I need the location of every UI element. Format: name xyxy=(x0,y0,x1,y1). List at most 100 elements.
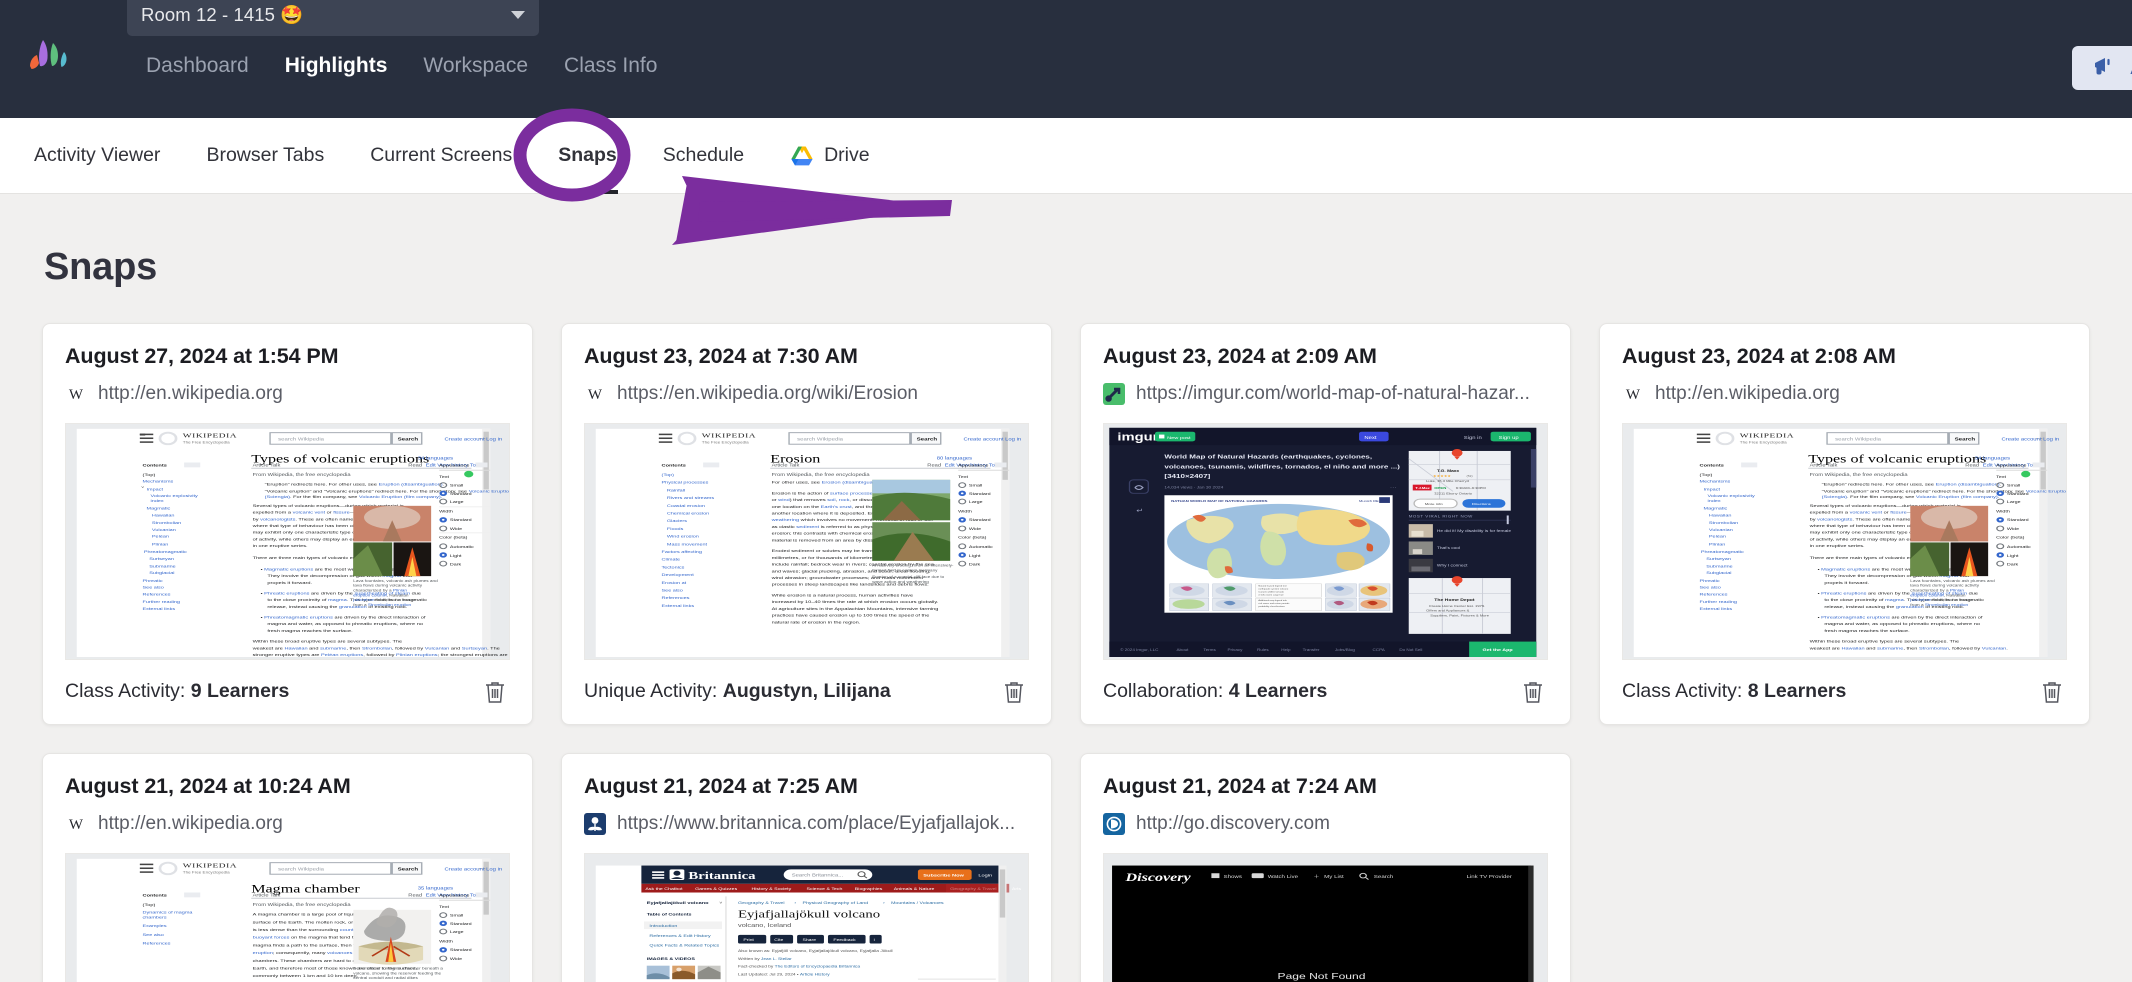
svg-text:Color (beta): Color (beta) xyxy=(958,535,987,539)
svg-text:el niño storm surge hail: el niño storm surge hail xyxy=(1258,594,1283,596)
subnav-item-activity-viewer[interactable]: Activity Viewer xyxy=(28,118,183,194)
svg-text:Privacy: Privacy xyxy=(1228,648,1243,652)
subnav-item-browser-tabs[interactable]: Browser Tabs xyxy=(183,118,347,194)
snap-thumbnail[interactable]: WIKIPEDIA The Free Encyclopedia search W… xyxy=(65,853,510,982)
trash-icon[interactable] xyxy=(2037,677,2067,707)
svg-text:External links: External links xyxy=(1700,607,1733,612)
svg-text:34 languages: 34 languages xyxy=(1975,456,2011,461)
snap-thumbnail[interactable]: imgur New post Next Sign in Sign up Worl… xyxy=(1103,423,1548,660)
snap-thumbnail[interactable]: Discovery Shows Watch Live ＋ My List Sea… xyxy=(1103,853,1548,982)
svg-text:T.J.Max: T.J.Max xyxy=(1415,487,1429,490)
snap-card-header: August 21, 2024 at 7:25 AM https://www.b… xyxy=(562,754,1051,835)
svg-text:WIKIPEDIA: WIKIPEDIA xyxy=(1740,432,1794,439)
svg-text:Strombolian: Strombolian xyxy=(152,521,182,526)
svg-text:(53): (53) xyxy=(1466,474,1472,477)
securly-logo-icon[interactable] xyxy=(24,36,72,78)
svg-text:Volcanic explosivity: Volcanic explosivity xyxy=(151,494,199,499)
subnav-label: Activity Viewer xyxy=(34,144,161,166)
svg-text:34 languages: 34 languages xyxy=(418,456,454,461)
svg-text:Color (beta): Color (beta) xyxy=(1996,535,2025,539)
britannica-icon xyxy=(584,813,606,835)
snap-thumbnail[interactable]: Britannica Search Britannica... Subscrib… xyxy=(584,853,1029,982)
svg-text:i: i xyxy=(874,938,875,942)
svg-text:See also: See also xyxy=(1700,585,1722,590)
svg-text:central conduit and radial dik: central conduit and radial dikes xyxy=(353,976,418,980)
svg-text:Hawaiian: Hawaiian xyxy=(1709,513,1732,518)
svg-text:volcano, Iceland: volcano, Iceland xyxy=(738,923,792,929)
snap-timestamp: August 23, 2024 at 2:09 AM xyxy=(1103,344,1377,368)
nav-item-dashboard[interactable]: Dashboard xyxy=(128,48,267,84)
snap-thumbnail[interactable]: WIKIPEDIA The Free Encyclopedia search W… xyxy=(65,423,510,660)
svg-text:pahoehoe flows, and a fissure: pahoehoe flows, and a fissure xyxy=(1910,598,1973,602)
snap-thumbnail[interactable]: WIKIPEDIA The Free Encyclopedia search W… xyxy=(1622,423,2067,660)
nav-item-highlights[interactable]: Highlights xyxy=(267,48,406,84)
svg-text:Peléan: Peléan xyxy=(1709,534,1726,539)
svg-text:pahoehoe flows, and a fissure: pahoehoe flows, and a fissure xyxy=(353,598,416,602)
svg-text:Lava fountains, volcanic ash p: Lava fountains, volcanic ash plumes and xyxy=(353,579,437,583)
svg-text:Share: Share xyxy=(802,938,816,942)
snap-timestamp: August 23, 2024 at 2:08 AM xyxy=(1622,344,1896,368)
subnav-item-snaps[interactable]: Snaps xyxy=(535,118,640,194)
svg-text:(Top): (Top) xyxy=(143,473,156,478)
svg-text:propels it forward.: propels it forward. xyxy=(1824,581,1869,586)
svg-text:[3410×2407]: [3410×2407] xyxy=(1164,474,1210,480)
svg-text:OPEN: OPEN xyxy=(1434,487,1446,490)
snap-url-row: W http://en.wikipedia.org xyxy=(1622,383,2067,405)
svg-text:Appearance: Appearance xyxy=(439,893,470,898)
svg-text:References: References xyxy=(662,596,691,601)
subnav-item-drive[interactable]: Drive xyxy=(767,118,893,194)
svg-text:Magmatic: Magmatic xyxy=(147,506,171,511)
trash-icon[interactable] xyxy=(480,677,510,707)
svg-text:Standard: Standard xyxy=(969,518,991,522)
svg-text:Mechanisms: Mechanisms xyxy=(1700,479,1731,484)
svg-text:Erosion at: Erosion at xyxy=(662,581,687,586)
svg-text:Floods: Floods xyxy=(667,527,684,532)
snap-url: http://go.discovery.com xyxy=(1136,813,1330,834)
svg-text:propels it forward.: propels it forward. xyxy=(267,581,312,586)
snap-card[interactable]: August 23, 2024 at 7:30 AM W https://en.… xyxy=(561,323,1052,725)
subnav-item-schedule[interactable]: Schedule xyxy=(640,118,767,194)
announcement-button[interactable]: An xyxy=(2072,46,2132,90)
svg-text:Written by Jean L. Stellar: Written by Jean L. Stellar xyxy=(738,957,792,961)
subnav-item-current-screens[interactable]: Current Screens xyxy=(347,118,535,194)
snap-card[interactable]: August 23, 2024 at 2:09 AM https://imgur… xyxy=(1080,323,1571,725)
megaphone-icon xyxy=(2092,55,2118,82)
snap-card[interactable]: August 21, 2024 at 7:25 AM https://www.b… xyxy=(561,753,1052,982)
room-selector-label: Room 12 - 1415 🤩 xyxy=(141,4,304,25)
svg-text:Small: Small xyxy=(450,483,463,487)
secondary-nav: Activity Viewer Browser Tabs Current Scr… xyxy=(0,118,2132,194)
svg-text:Contents: Contents xyxy=(143,893,168,898)
svg-text:Create account Log in: Create account Log in xyxy=(964,437,1022,442)
snap-card-header: August 21, 2024 at 7:24 AM http://go.dis… xyxy=(1081,754,1570,835)
snap-activity-prefix: Collaboration: xyxy=(1103,680,1224,703)
snap-card[interactable]: August 21, 2024 at 7:24 AM http://go.dis… xyxy=(1080,753,1571,982)
svg-text:···: ··· xyxy=(478,866,486,872)
svg-text:References: References xyxy=(143,941,172,946)
svg-text:Volcanic explosivity: Volcanic explosivity xyxy=(1708,494,1756,499)
svg-text:Wide: Wide xyxy=(450,527,463,531)
room-selector-dropdown[interactable]: Room 12 - 1415 🤩 xyxy=(127,0,539,36)
svg-text:Search: Search xyxy=(917,437,938,442)
svg-text:• Phreatomagmatic eruptions ar: • Phreatomagmatic eruptions are driven b… xyxy=(1818,615,1983,620)
snap-card[interactable]: August 21, 2024 at 10:24 AM W http://en.… xyxy=(42,753,533,982)
snap-card-header: August 27, 2024 at 1:54 PM W http://en.w… xyxy=(43,324,532,405)
svg-text:Transfer: Transfer xyxy=(1303,648,1321,652)
trash-icon[interactable] xyxy=(999,677,1029,707)
svg-text:Article Talk: Article Talk xyxy=(253,463,281,468)
trash-icon[interactable] xyxy=(1518,677,1548,707)
page-title: Snaps xyxy=(44,246,158,288)
snap-card[interactable]: August 23, 2024 at 2:08 AM W http://en.w… xyxy=(1599,323,2090,725)
svg-text:Erosion of a coastal cliff fac: Erosion of a coastal cliff face due to xyxy=(872,575,945,579)
nav-item-class-info[interactable]: Class Info xyxy=(546,48,675,84)
svg-text:natural rate of erosion in the: natural rate of erosion in the region. xyxy=(772,620,861,625)
snap-thumbnail[interactable]: WIKIPEDIA The Free Encyclopedia search W… xyxy=(584,423,1029,660)
snap-activity-value: Augustyn, Lilijana xyxy=(722,680,891,703)
svg-text:stronger eruptive types are Pe: stronger eruptive types are Peléan erupt… xyxy=(253,653,508,658)
svg-text:(Sciengia). For the film compa: (Sciengia). For the film company, see Vo… xyxy=(1822,495,2000,500)
svg-text:Munich RE: Munich RE xyxy=(1359,500,1379,503)
svg-text:Wide: Wide xyxy=(2007,527,2020,531)
snap-card[interactable]: August 27, 2024 at 1:54 PM W http://en.w… xyxy=(42,323,533,725)
nav-item-workspace[interactable]: Workspace xyxy=(405,48,546,84)
svg-text:volcano, showing the reservoir: volcano, showing the reservoir feeding t… xyxy=(353,971,442,975)
svg-text:W: W xyxy=(69,387,84,403)
